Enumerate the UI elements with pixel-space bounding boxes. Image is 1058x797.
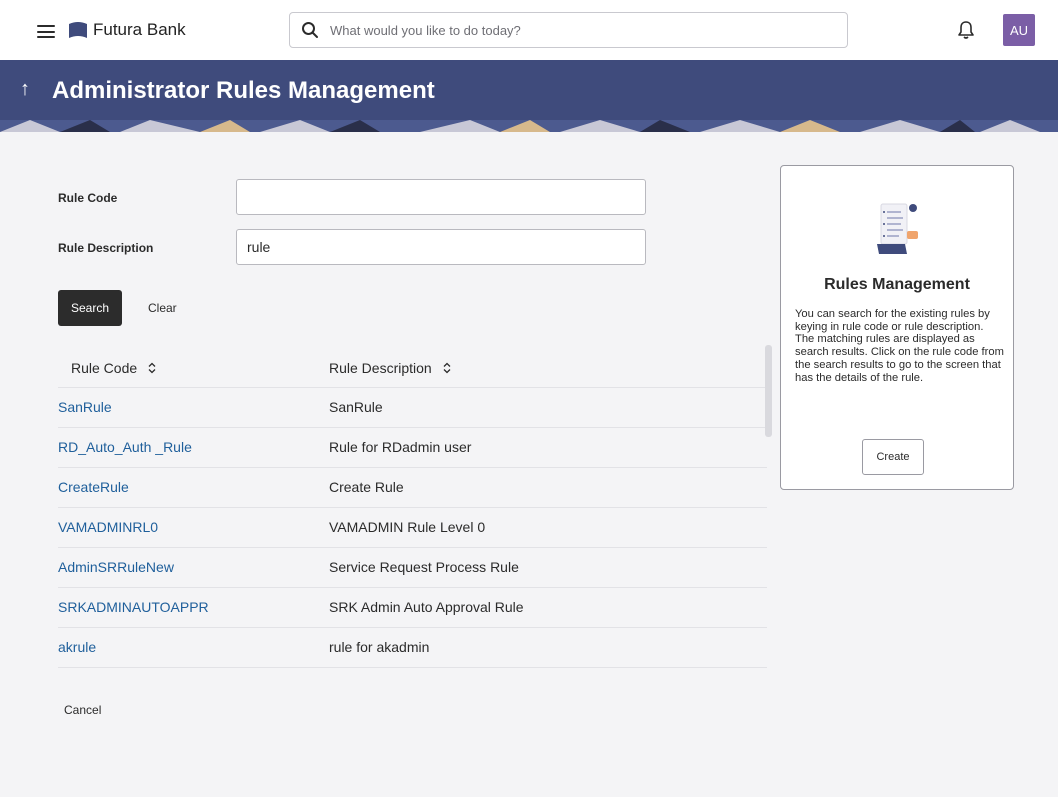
rule-description-cell: rule for akadmin — [329, 639, 430, 655]
hamburger-menu-icon[interactable] — [37, 25, 55, 38]
clear-button[interactable]: Clear — [140, 290, 185, 326]
rules-table: Rule Code Rule Description SanRule SanRu… — [58, 348, 767, 668]
info-card-title: Rules Management — [824, 276, 970, 293]
rule-description-cell: VAMADMIN Rule Level 0 — [329, 519, 486, 535]
rules-illustration-icon — [877, 203, 918, 254]
page-title: Administrator Rules Management — [52, 77, 435, 104]
rule-code-link[interactable]: RD_Auto_Auth _Rule — [58, 439, 192, 455]
rule-code-link[interactable]: AdminSRRuleNew — [58, 559, 174, 575]
brand-name: Futura Bank — [93, 20, 186, 39]
rule-code-link[interactable]: VAMADMINRL0 — [58, 519, 158, 535]
table-row: AdminSRRuleNew Service Request Process R… — [58, 548, 767, 588]
user-avatar[interactable]: AU — [1003, 14, 1035, 46]
rule-code-link[interactable]: SanRule — [58, 399, 112, 415]
column-header-label: Rule Description — [329, 360, 432, 376]
column-header-rule-description[interactable]: Rule Description — [329, 360, 452, 376]
create-button[interactable]: Create — [862, 439, 924, 475]
rule-code-link[interactable]: SRKADMINAUTOAPPR — [58, 599, 209, 615]
rule-description-cell: Create Rule — [329, 479, 404, 495]
search-button[interactable]: Search — [58, 290, 122, 326]
table-row: VAMADMINRL0 VAMADMIN Rule Level 0 — [58, 508, 767, 548]
rule-code-label: Rule Code — [58, 191, 118, 205]
rule-description-cell: Rule for RDadmin user — [329, 439, 472, 455]
rule-description-cell: SRK Admin Auto Approval Rule — [329, 599, 524, 615]
rule-description-cell: Service Request Process Rule — [329, 559, 519, 575]
rule-code-input[interactable] — [236, 179, 646, 215]
top-header: Futura Bank AU — [0, 0, 1058, 60]
column-header-label: Rule Code — [71, 360, 138, 376]
global-search-input[interactable] — [330, 19, 830, 41]
rule-description-input[interactable] — [236, 229, 646, 265]
table-row: akrule rule for akadmin — [58, 628, 767, 668]
rule-code-link[interactable]: akrule — [58, 639, 96, 655]
table-header: Rule Code Rule Description — [58, 348, 767, 388]
banner-pattern — [0, 120, 1058, 132]
sort-icon[interactable] — [147, 362, 157, 374]
rule-code-link[interactable]: CreateRule — [58, 479, 129, 495]
table-row: RD_Auto_Auth _Rule Rule for RDadmin user — [58, 428, 767, 468]
rules-info-card: Rules Management You can search for the … — [780, 165, 1014, 490]
back-arrow-icon[interactable]: ↑ — [20, 78, 30, 101]
table-row: SRKADMINAUTOAPPR SRK Admin Auto Approval… — [58, 588, 767, 628]
table-row: CreateRule Create Rule — [58, 468, 767, 508]
bell-icon[interactable] — [957, 20, 975, 40]
cancel-button[interactable]: Cancel — [64, 698, 101, 722]
rule-description-label: Rule Description — [58, 241, 154, 255]
global-search[interactable] — [289, 12, 848, 48]
table-scrollbar[interactable] — [765, 345, 772, 437]
table-row: SanRule SanRule — [58, 388, 767, 428]
search-icon — [302, 22, 318, 38]
bank-logo-icon — [69, 22, 87, 38]
info-card-text: You can search for the existing rules by… — [795, 308, 1004, 384]
column-header-rule-code[interactable]: Rule Code — [71, 360, 157, 376]
rule-description-cell: SanRule — [329, 399, 383, 415]
sort-icon[interactable] — [442, 362, 452, 374]
page-banner: ↑ Administrator Rules Management — [0, 60, 1058, 132]
